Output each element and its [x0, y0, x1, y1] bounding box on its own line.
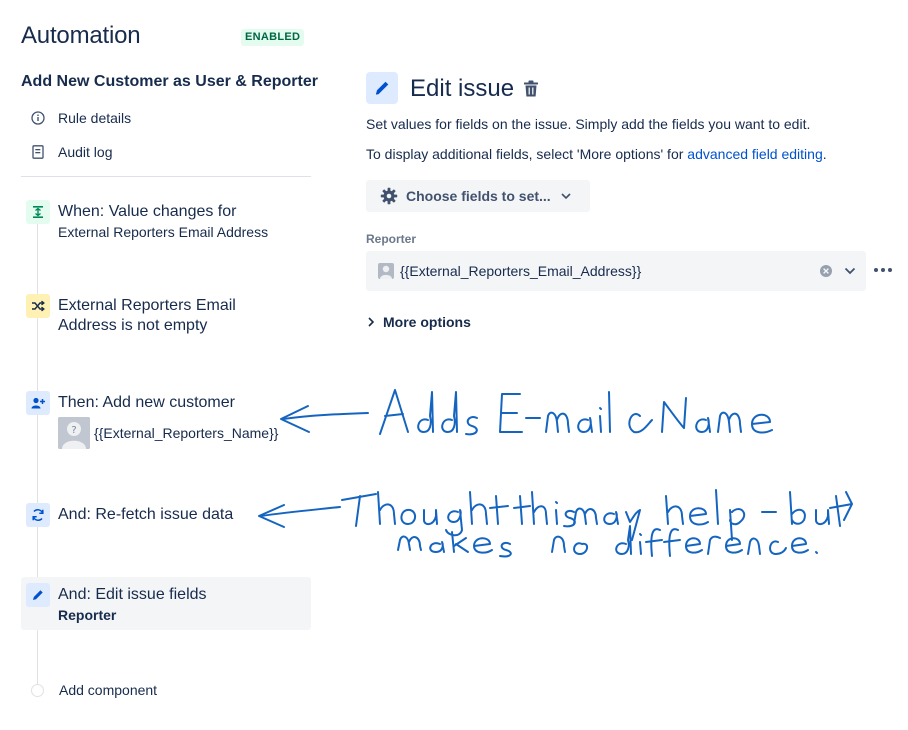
chevron-down-icon — [561, 193, 571, 199]
audit-log-label: Audit log — [58, 144, 113, 160]
more-actions-icon[interactable] — [873, 260, 893, 278]
refetch-step[interactable]: And: Re-fetch issue data — [26, 503, 233, 527]
more-options-toggle[interactable]: More options — [368, 314, 471, 330]
rule-details-link[interactable]: Rule details — [30, 108, 131, 128]
condition-title-line1: External Reporters Email — [58, 297, 236, 314]
add-component-label: Add component — [59, 682, 158, 698]
panel-description: Set values for fields on the issue. Simp… — [366, 116, 811, 132]
add-component-dot-icon — [31, 683, 44, 697]
trigger-icon — [26, 200, 50, 224]
info-icon — [30, 110, 46, 126]
reporter-select[interactable]: {{External_Reporters_Email_Address}} — [366, 251, 866, 291]
user-avatar-icon — [378, 263, 394, 279]
rule-details-label: Rule details — [58, 110, 132, 126]
sidebar-divider — [21, 176, 311, 177]
document-icon — [30, 144, 46, 160]
pencil-icon — [26, 583, 50, 607]
edit-issue-icon — [366, 72, 398, 104]
status-badge: ENABLED — [241, 29, 305, 46]
condition-step[interactable]: External Reporters Email Address is not … — [26, 294, 236, 336]
advanced-suffix: . — [822, 146, 827, 162]
add-user-icon — [26, 391, 50, 415]
more-options-label: More options — [383, 314, 471, 330]
rule-name: Add New Customer as User & Reporter — [21, 73, 318, 90]
add-component-button[interactable]: Add component — [31, 682, 157, 698]
refresh-icon — [26, 503, 50, 527]
user-avatar: ? — [58, 417, 90, 449]
svg-text:?: ? — [71, 425, 76, 436]
gear-icon — [380, 187, 398, 205]
add-customer-value: {{External_Reporters_Name}} — [94, 425, 279, 441]
edit-fields-subtitle: Reporter — [58, 607, 117, 623]
reporter-label: Reporter — [366, 232, 417, 246]
add-customer-step[interactable]: Then: Add new customer ? {{External_Repo… — [26, 391, 278, 449]
audit-log-link[interactable]: Audit log — [30, 142, 112, 162]
trash-icon[interactable] — [523, 80, 539, 103]
reporter-value: {{External_Reporters_Email_Address}} — [400, 263, 642, 279]
advanced-field-editing-link[interactable]: advanced field editing — [687, 146, 822, 162]
add-customer-title: Then: Add new customer — [58, 394, 235, 411]
clear-icon[interactable] — [819, 264, 833, 278]
trigger-subtitle: External Reporters Email Address — [58, 224, 269, 240]
shuffle-icon — [26, 294, 50, 318]
choose-fields-label: Choose fields to set... — [406, 188, 551, 204]
panel-description-advanced: To display additional fields, select 'Mo… — [366, 146, 827, 162]
trigger-title: When: Value changes for — [58, 203, 237, 220]
page-title: Automation — [21, 22, 141, 49]
advanced-prefix: To display additional fields, select 'Mo… — [366, 146, 688, 162]
panel-title: Edit issue — [410, 75, 515, 102]
chevron-right-icon — [368, 317, 374, 327]
choose-fields-button[interactable]: Choose fields to set... — [366, 180, 590, 212]
chevron-down-icon[interactable] — [844, 267, 856, 275]
condition-title-line2: Address is not empty — [58, 317, 208, 334]
trigger-step[interactable]: When: Value changes for External Reporte… — [26, 200, 268, 242]
edit-fields-step-content: And: Edit issue fields Reporter — [26, 583, 207, 625]
edit-fields-title: And: Edit issue fields — [58, 586, 207, 603]
refetch-title: And: Re-fetch issue data — [58, 506, 234, 523]
